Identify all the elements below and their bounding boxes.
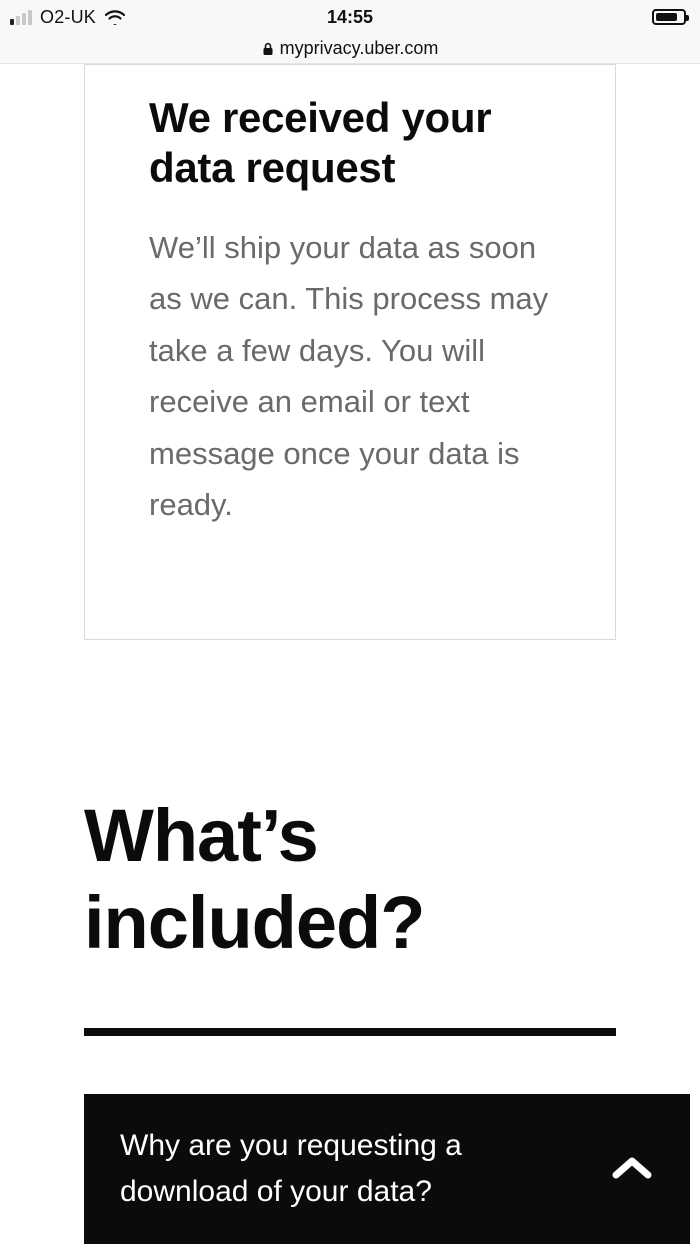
url-bar[interactable]: myprivacy.uber.com <box>0 34 700 64</box>
carrier-label: O2-UK <box>40 7 96 28</box>
divider <box>84 1028 616 1036</box>
status-bar: O2-UK 14:55 <box>0 0 700 34</box>
notice-card-body: We’ll ship your data as soon as we can. … <box>149 204 551 531</box>
status-right <box>652 9 686 25</box>
signal-icon <box>10 10 32 25</box>
wifi-icon <box>104 9 126 25</box>
page-content: We received your data request We’ll ship… <box>0 64 700 1244</box>
clock: 14:55 <box>327 7 373 28</box>
status-left: O2-UK <box>10 7 126 28</box>
notice-card: We received your data request We’ll ship… <box>84 64 616 640</box>
section-heading: What’s included? <box>84 792 616 967</box>
url-text: myprivacy.uber.com <box>280 38 439 59</box>
battery-icon <box>652 9 686 25</box>
survey-banner-text: Why are you requesting a download of you… <box>120 1123 540 1216</box>
lock-icon <box>262 42 274 56</box>
survey-banner[interactable]: Why are you requesting a download of you… <box>84 1094 690 1244</box>
chevron-up-icon <box>610 1155 654 1183</box>
notice-card-title: We received your data request <box>149 65 551 204</box>
